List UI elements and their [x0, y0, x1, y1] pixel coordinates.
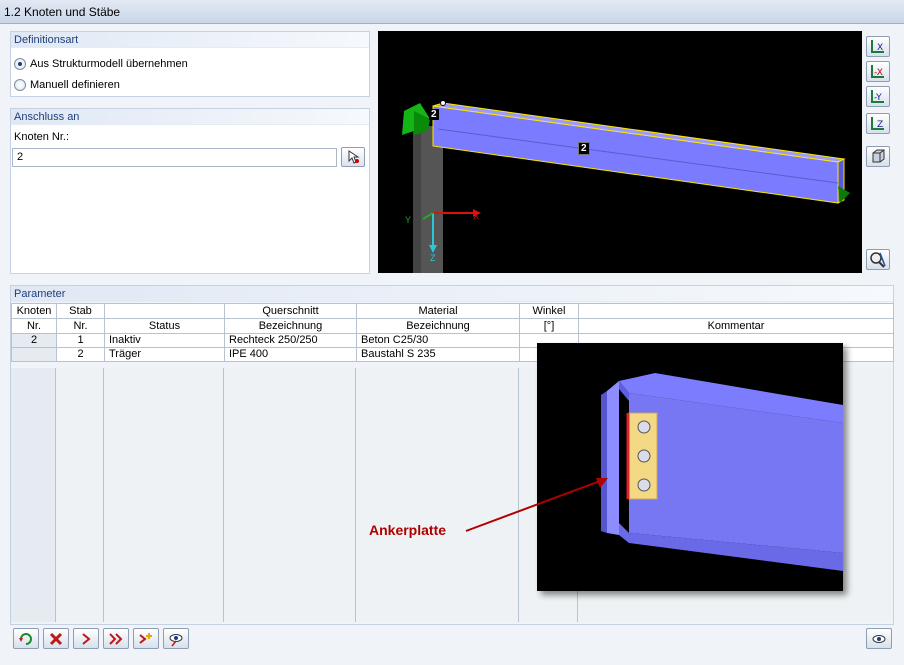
table-header-row-2: Nr. Nr. Status Bezeichnung Bezeichnung [… [11, 318, 894, 334]
parameter-heading: Parameter [11, 286, 893, 302]
reset-zoom-icon [870, 252, 886, 268]
view-icon [169, 633, 183, 646]
option-manual-label: Manuell definieren [30, 78, 120, 91]
definitionsart-group: Definitionsart Aus Strukturmodell überne… [10, 31, 370, 97]
cell-stab[interactable]: 1 [56, 333, 105, 348]
model-graphic [402, 100, 850, 273]
view-button[interactable] [163, 628, 189, 649]
model-viewport[interactable]: 2 2 X Y Z [378, 31, 862, 273]
anchor-plate-graphic [601, 373, 843, 571]
col-kommentar-header-top [578, 303, 894, 319]
add-icon [139, 632, 152, 644]
col-status-header: Status [104, 318, 225, 334]
view-z-button[interactable]: Z [866, 113, 890, 134]
anschluss-heading: Anschluss an [11, 109, 369, 125]
definitionsart-heading: Definitionsart [11, 32, 369, 48]
callout-label: Ankerplatte [369, 522, 447, 538]
cell-knoten[interactable]: 2 [11, 333, 57, 348]
svg-text:-X: -X [874, 68, 883, 78]
radio-from-model[interactable] [14, 57, 26, 70]
eye-icon [872, 634, 886, 643]
display-toggle-button[interactable] [866, 628, 892, 649]
view-minus-x-icon: -X [871, 65, 884, 78]
last-icon [109, 632, 123, 645]
empty-col-material [356, 368, 519, 622]
isometric-view-button[interactable] [866, 146, 890, 167]
col-material-header: Material [356, 303, 520, 319]
pick-cursor-icon [348, 150, 360, 164]
col-querschnitt-header: Querschnitt [224, 303, 357, 319]
option-manual[interactable]: Manuell definieren [11, 74, 369, 95]
cell-material[interactable]: Beton C25/30 [356, 333, 520, 348]
knoten-label: Knoten Nr.: [14, 131, 70, 143]
view-minus-x-button[interactable]: -X [866, 61, 890, 82]
isometric-view-icon [872, 149, 885, 163]
next-button[interactable] [73, 628, 99, 649]
cell-querschnitt[interactable]: Rechteck 250/250 [224, 333, 357, 348]
view-z-icon: Z [871, 117, 884, 130]
axis-y-label: Y [405, 215, 412, 225]
col-knoten-subheader: Nr. [11, 318, 57, 334]
reset-zoom-button[interactable] [866, 249, 890, 270]
col-stab-header: Stab [56, 303, 105, 319]
empty-col-querschnitt [224, 368, 356, 622]
anchor-plate-detail-image [537, 343, 843, 591]
radio-manual[interactable] [14, 78, 26, 91]
refresh-button[interactable] [13, 628, 39, 649]
last-button[interactable] [103, 628, 129, 649]
col-winkel-header: Winkel [519, 303, 579, 319]
col-querschnitt-subheader: Bezeichnung [224, 318, 357, 334]
refresh-icon [19, 632, 32, 645]
cell-querschnitt[interactable]: IPE 400 [224, 347, 357, 362]
member-label: 2 [578, 142, 590, 155]
cell-stab[interactable]: 2 [56, 347, 105, 362]
axis-z-label: Z [430, 253, 436, 263]
cell-knoten[interactable] [11, 347, 57, 362]
cell-material[interactable]: Baustahl S 235 [356, 347, 520, 362]
svg-text:X: X [877, 43, 883, 53]
view-minus-y-icon: -Y [871, 90, 884, 103]
option-from-model-label: Aus Strukturmodell übernehmen [30, 57, 188, 70]
col-knoten-header: Knoten [11, 303, 57, 319]
col-winkel-subheader: [°] [519, 318, 579, 334]
pick-node-button[interactable] [341, 147, 365, 167]
table-header-row-1: Knoten Stab Querschnitt Material Winkel [11, 303, 894, 319]
empty-col-stab [56, 368, 104, 622]
axis-x-label: X [473, 211, 480, 221]
empty-col-knoten [11, 368, 56, 622]
next-icon [82, 632, 91, 645]
anschluss-group: Anschluss an Knoten Nr.: [10, 108, 370, 274]
delete-button[interactable] [43, 628, 69, 649]
col-stab-subheader: Nr. [56, 318, 105, 334]
view-x-button[interactable]: X [866, 36, 890, 57]
node-label: 2 [429, 109, 439, 120]
col-kommentar-header: Kommentar [578, 318, 894, 334]
knoten-input[interactable]: 2 [12, 148, 337, 167]
view-minus-y-button[interactable]: -Y [866, 86, 890, 107]
svg-text:Z: Z [877, 120, 883, 130]
delete-icon [49, 632, 63, 645]
cell-status[interactable]: Träger [104, 347, 225, 362]
col-material-subheader: Bezeichnung [356, 318, 520, 334]
svg-text:-Y: -Y [874, 93, 882, 103]
cell-status[interactable]: Inaktiv [104, 333, 225, 348]
window-title: 1.2 Knoten und Stäbe [0, 0, 904, 24]
col-status-header-top [104, 303, 225, 319]
view-x-icon: X [871, 40, 884, 53]
option-from-model[interactable]: Aus Strukturmodell übernehmen [11, 53, 369, 74]
add-button[interactable] [133, 628, 159, 649]
empty-col-status [104, 368, 224, 622]
